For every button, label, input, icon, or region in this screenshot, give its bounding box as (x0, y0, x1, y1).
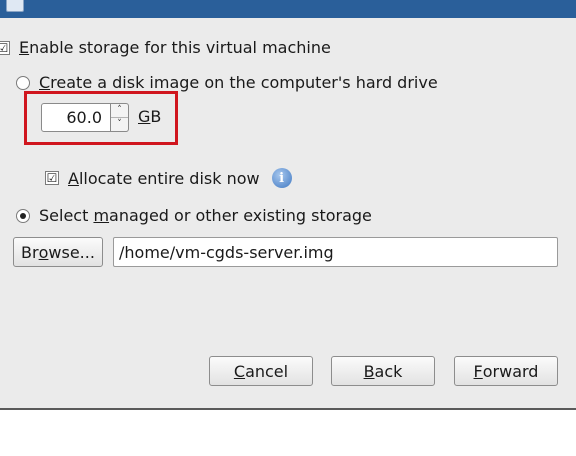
create-disk-label: Create a disk image on the computer's ha… (39, 73, 438, 92)
title-bar (0, 0, 576, 18)
select-existing-radio[interactable] (16, 208, 30, 223)
create-disk-radio[interactable] (16, 75, 30, 90)
checkbox-checked-icon: ☑ (46, 171, 58, 185)
disk-size-input[interactable]: 60.0 (41, 103, 111, 132)
browse-button[interactable]: Br o wse... (13, 237, 103, 267)
storage-path-input[interactable]: /home/vm-cgds-server.img (113, 237, 558, 267)
spin-up-icon[interactable]: ˄ (111, 104, 128, 117)
storage-dialog: ☑ Enable storage for this virtual machin… (0, 0, 576, 410)
disk-size-unit: GB (138, 107, 162, 126)
disk-size-spinbox[interactable]: 60.0 ˄ ˅ (41, 103, 129, 132)
forward-button[interactable]: Forward (454, 356, 558, 386)
allocate-checkbox[interactable]: ☑ (45, 171, 59, 185)
allocate-row[interactable]: ☑ Allocate entire disk now i (45, 168, 292, 188)
allocate-label: Allocate entire disk now (68, 168, 260, 188)
enable-storage-row[interactable]: ☑ Enable storage for this virtual machin… (0, 38, 331, 57)
spin-down-icon[interactable]: ˅ (111, 117, 128, 131)
select-existing-row[interactable]: Select managed or other existing storage (16, 206, 372, 225)
create-disk-row[interactable]: Create a disk image on the computer's ha… (16, 73, 438, 92)
enable-storage-checkbox[interactable]: ☑ (0, 40, 10, 55)
info-icon[interactable]: i (271, 168, 292, 188)
cancel-button[interactable]: Cancel (209, 356, 313, 386)
back-button[interactable]: Back (331, 356, 435, 386)
spin-buttons: ˄ ˅ (111, 103, 129, 132)
radio-selected-icon (20, 212, 26, 219)
window-icon (6, 0, 24, 12)
storage-path-value: /home/vm-cgds-server.img (119, 242, 334, 262)
dialog-bottom-border (0, 408, 576, 410)
select-existing-label: Select managed or other existing storage (39, 206, 372, 225)
enable-storage-label: Enable storage for this virtual machine (19, 38, 331, 57)
checkbox-checked-icon: ☑ (0, 40, 9, 55)
